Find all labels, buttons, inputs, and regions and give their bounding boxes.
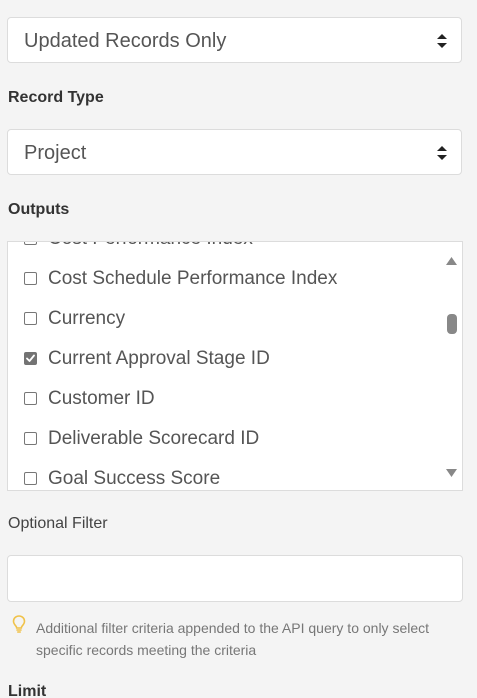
record-mode-select[interactable]: Updated Records Only (7, 17, 462, 63)
output-option-label: Goal Success Score (48, 468, 221, 489)
optional-filter-input[interactable] (7, 555, 463, 602)
checkbox-checked[interactable] (24, 352, 37, 365)
output-option[interactable]: Cost Performance Index (8, 242, 442, 258)
outputs-config-panel: Updated Records Only Record Type Project… (0, 0, 477, 698)
outputs-label: Outputs (8, 201, 70, 218)
scroll-down-arrow-icon[interactable] (446, 464, 457, 482)
outputs-multiselect-list[interactable]: Cost Performance Index Cost Schedule Perf… (7, 241, 463, 491)
output-option[interactable]: Goal Success Score (8, 458, 442, 490)
output-option[interactable]: Current Approval Stage ID (8, 338, 442, 378)
output-option-label: Cost Schedule Performance Index (48, 268, 338, 289)
output-option[interactable]: Cost Schedule Performance Index (8, 258, 442, 298)
record-mode-select-value: Updated Records Only (24, 30, 227, 52)
scroll-up-arrow-icon[interactable] (446, 252, 457, 270)
scrollbar-thumb[interactable] (447, 314, 457, 334)
lightbulb-icon (12, 615, 26, 638)
outputs-list: Cost Performance Index Cost Schedule Perf… (8, 242, 442, 490)
output-option[interactable]: Customer ID (8, 378, 442, 418)
output-option-label: Deliverable Scorecard ID (48, 428, 260, 449)
record-type-label: Record Type (8, 89, 104, 106)
output-option-label: Customer ID (48, 388, 155, 409)
output-option-label: Current Approval Stage ID (48, 348, 270, 369)
sort-caret-icon (437, 34, 447, 48)
output-option[interactable]: Deliverable Scorecard ID (8, 418, 442, 458)
checkmark-icon (26, 354, 35, 362)
checkbox[interactable] (24, 242, 37, 245)
checkbox[interactable] (24, 472, 37, 485)
output-option-label: Currency (48, 308, 126, 329)
checkbox[interactable] (24, 272, 37, 285)
sort-caret-icon (437, 146, 447, 160)
record-type-select[interactable]: Project (7, 129, 462, 175)
record-type-select-value: Project (24, 142, 87, 164)
optional-filter-hint-text: Additional filter criteria appended to t… (36, 620, 430, 658)
scrollbar[interactable] (442, 242, 462, 490)
checkbox[interactable] (24, 432, 37, 445)
output-option-label: Cost Performance Index (48, 242, 253, 250)
checkbox[interactable] (24, 312, 37, 325)
limit-label: Limit (8, 683, 47, 698)
output-option[interactable]: Currency (8, 298, 442, 338)
checkbox[interactable] (24, 392, 37, 405)
optional-filter-label: Optional Filter (8, 515, 108, 532)
